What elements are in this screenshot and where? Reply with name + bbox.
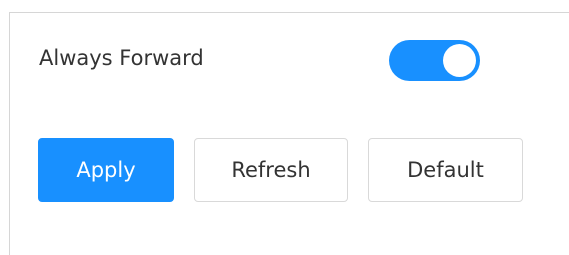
default-button[interactable]: Default — [368, 138, 523, 202]
settings-panel: Always Forward Apply Refresh Default — [9, 12, 569, 255]
always-forward-toggle[interactable] — [389, 40, 480, 81]
toggle-knob — [443, 44, 476, 77]
always-forward-label: Always Forward — [39, 46, 204, 70]
apply-button[interactable]: Apply — [38, 138, 174, 202]
refresh-button[interactable]: Refresh — [194, 138, 348, 202]
